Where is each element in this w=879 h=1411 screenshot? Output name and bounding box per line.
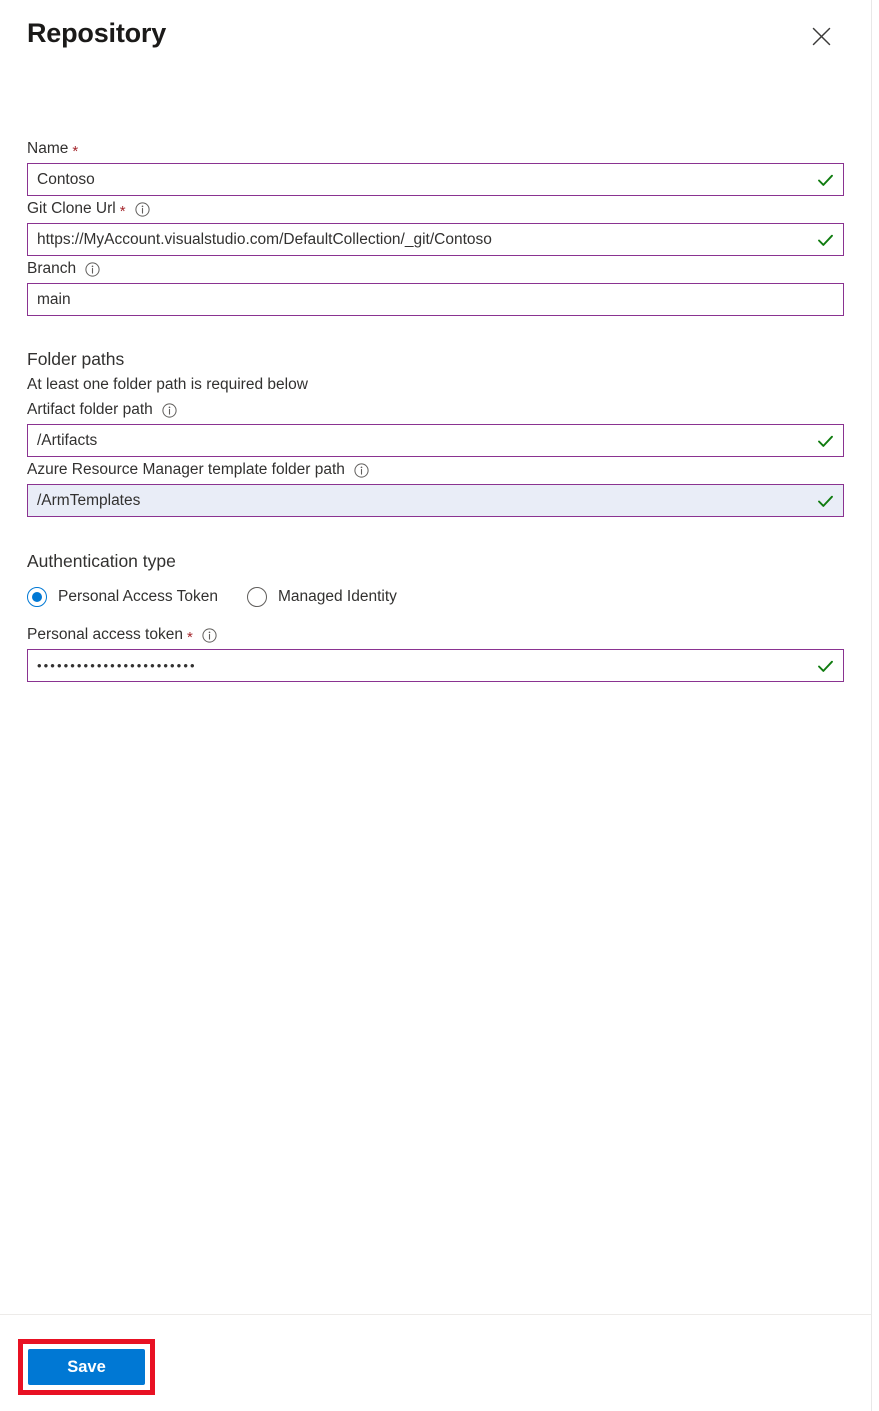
required-indicator: * (186, 628, 193, 646)
blade-header: Repository (0, 0, 871, 86)
section-heading-folder-paths: Folder paths (27, 349, 125, 369)
label-arm-template-folder-path: Azure Resource Manager template folder p… (27, 457, 844, 484)
info-icon[interactable] (162, 402, 177, 418)
field-name: Name * (27, 136, 844, 196)
field-arm-template-folder-path: Azure Resource Manager template folder p… (27, 457, 844, 517)
field-branch: Branch (27, 256, 844, 316)
close-button[interactable] (805, 20, 837, 52)
save-button-highlight: Save (18, 1339, 155, 1395)
label-artifact-folder-path-text: Artifact folder path (27, 401, 153, 418)
name-input-wrapper[interactable] (27, 163, 844, 196)
valid-check-icon (817, 657, 834, 674)
spacer-top (27, 86, 844, 136)
radio-personal-access-token-label: Personal Access Token (58, 588, 218, 605)
label-git-clone-url: Git Clone Url * (27, 196, 844, 223)
label-name-text: Name (27, 140, 69, 157)
repository-blade: Repository Name * Contoso Git Clone Url … (0, 0, 872, 1411)
blade-footer: Save (0, 1314, 871, 1411)
section-subtext-folder-paths: At least one folder path is required bel… (27, 376, 308, 393)
label-branch-text: Branch (27, 260, 77, 277)
field-git-clone-url: Git Clone Url * (27, 196, 844, 256)
label-artifact-folder-path: Artifact folder path (27, 397, 844, 424)
authentication-type-radio-group: Personal Access Token Managed Identity (27, 583, 844, 611)
close-icon (812, 27, 831, 46)
spacer-authentication (27, 517, 844, 548)
name-input[interactable] (28, 164, 843, 195)
arm-template-folder-path-input[interactable] (28, 485, 843, 516)
required-indicator: * (119, 202, 126, 220)
radio-managed-identity-label: Managed Identity (277, 588, 397, 605)
page-title: Repository (27, 18, 167, 48)
label-personal-access-token-text: Personal access token (27, 626, 183, 643)
label-personal-access-token: Personal access token * (27, 622, 844, 649)
field-artifact-folder-path: Artifact folder path (27, 397, 844, 457)
personal-access-token-input[interactable]: •••••••••••••••••••••••• (28, 658, 197, 673)
required-indicator: * (72, 142, 79, 160)
git-clone-url-input-wrapper[interactable] (27, 223, 844, 256)
info-icon[interactable] (202, 627, 217, 643)
radio-mark-unselected-icon (246, 587, 267, 607)
valid-check-icon (817, 432, 834, 449)
label-git-clone-url-text: Git Clone Url (27, 200, 116, 217)
label-branch: Branch (27, 256, 844, 283)
section-heading-authentication: Authentication type (27, 551, 176, 571)
label-arm-template-folder-path-text: Azure Resource Manager template folder p… (27, 461, 345, 478)
spacer-folder-paths (27, 316, 844, 346)
valid-check-icon (817, 171, 834, 188)
artifact-folder-path-input[interactable] (28, 425, 843, 456)
artifact-folder-path-input-wrapper[interactable] (27, 424, 844, 457)
field-personal-access-token: Personal access token * ••••••••••••••••… (27, 622, 844, 682)
branch-input-wrapper[interactable] (27, 283, 844, 316)
save-button[interactable]: Save (28, 1349, 145, 1385)
arm-template-folder-path-input-wrapper[interactable] (27, 484, 844, 517)
valid-check-icon (817, 231, 834, 248)
personal-access-token-input-wrapper[interactable]: •••••••••••••••••••••••• (27, 649, 844, 682)
radio-managed-identity[interactable]: Managed Identity (246, 587, 397, 607)
label-name: Name * (27, 136, 844, 163)
info-icon[interactable] (134, 201, 150, 217)
info-icon[interactable] (354, 462, 369, 478)
radio-personal-access-token[interactable]: Personal Access Token (27, 587, 218, 607)
blade-form: Name * Git Clone Url * (0, 86, 871, 1314)
git-clone-url-input[interactable] (28, 224, 843, 255)
info-icon[interactable] (85, 261, 100, 277)
valid-check-icon (817, 492, 834, 509)
branch-input[interactable] (28, 284, 843, 315)
radio-mark-selected-icon (27, 587, 47, 607)
